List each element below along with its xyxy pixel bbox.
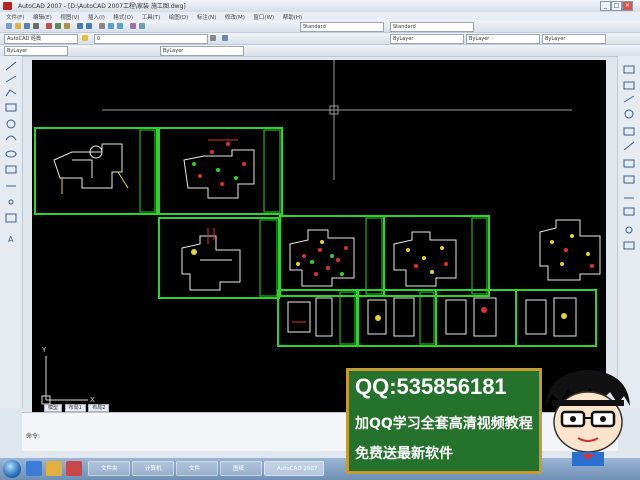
command-prompt[interactable]: 命令: <box>26 431 40 440</box>
paste-icon[interactable] <box>64 23 70 29</box>
drawing-sheet-6 <box>539 219 601 281</box>
linetype-control[interactable]: ByLayer <box>160 46 244 56</box>
design-center-icon[interactable] <box>139 23 145 29</box>
properties-toolbar: ByLayer ByLayer <box>0 45 640 57</box>
modify-toolbar <box>617 56 640 408</box>
svg-text:A: A <box>8 235 14 244</box>
properties-icon[interactable] <box>130 23 136 29</box>
explorer-icon[interactable] <box>46 461 62 476</box>
workspace-select[interactable]: AutoCAD 经典 <box>4 34 78 44</box>
standard-toolbar: Standard Standard <box>0 21 640 33</box>
layers-toolbar: AutoCAD 经典 0 ByLayer ByLayer ByLayer <box>0 33 640 45</box>
layer-select[interactable]: 0 <box>94 34 208 44</box>
save-icon[interactable] <box>24 23 30 29</box>
color-select[interactable]: ByLayer <box>4 46 68 56</box>
task-file[interactable]: 文件 <box>176 461 218 476</box>
start-button[interactable] <box>3 460 21 478</box>
promo-line-1: 加QQ学习全套高清视频教程 <box>355 416 533 432</box>
minimize-button[interactable]: _ <box>600 1 611 11</box>
close-button[interactable]: × <box>622 1 633 11</box>
tab-model[interactable]: 模型 <box>44 404 63 412</box>
tab-layout2[interactable]: 布局2 <box>88 404 110 412</box>
promo-overlay: QQ:535856181 加QQ学习全套高清视频教程 免费送最新软件 <box>346 368 542 474</box>
maximize-button[interactable]: □ <box>611 1 622 11</box>
layer-manager-icon[interactable] <box>82 35 88 41</box>
ucs-y-label: Y <box>42 346 47 354</box>
drawing-sheet-7 <box>277 289 358 347</box>
task-computer[interactable]: 计算机 <box>132 461 174 476</box>
pan-icon[interactable] <box>99 23 105 29</box>
plotstyle-select[interactable]: ByLayer <box>542 34 606 44</box>
drawing-sheet-8 <box>357 289 437 347</box>
promo-line-2: 免费送最新软件 <box>355 446 453 462</box>
drawing-sheet-1 <box>34 127 158 215</box>
open-icon[interactable] <box>15 23 21 29</box>
drawing-sheet-3 <box>158 217 280 299</box>
drawing-sheet-10 <box>515 289 597 347</box>
zoom-icon[interactable] <box>108 23 114 29</box>
mascot-cartoon-icon <box>546 370 630 466</box>
print-icon[interactable] <box>33 23 39 29</box>
cut-icon[interactable] <box>46 23 52 29</box>
text-style-select[interactable]: Standard <box>300 22 384 32</box>
draw-tools-icons[interactable]: A <box>0 56 22 408</box>
layer-previous-icon[interactable] <box>210 35 216 41</box>
lineweight-select[interactable]: ByLayer <box>466 34 540 44</box>
undo-icon[interactable] <box>77 23 83 29</box>
copy-icon[interactable] <box>55 23 61 29</box>
window-title: AutoCAD 2007 - [D:\AutoCAD 2007工程\家装 施工图… <box>18 3 186 10</box>
ie-icon[interactable] <box>26 461 42 476</box>
linetype-select[interactable]: ByLayer <box>390 34 464 44</box>
model-space[interactable] <box>32 60 606 412</box>
tab-layout1[interactable]: 布局1 <box>64 404 86 412</box>
zoom-window-icon[interactable] <box>117 23 123 29</box>
dim-style-select[interactable]: Standard <box>390 22 474 32</box>
draw-toolbar: A <box>0 56 23 408</box>
layout-tabs: 模型 布局1 布局2 <box>44 402 110 412</box>
drawing-canvas[interactable]: Y X <box>32 60 606 412</box>
autocad-logo-icon[interactable] <box>3 2 12 10</box>
task-folder[interactable]: 文件夹 <box>88 461 130 476</box>
redo-icon[interactable] <box>86 23 92 29</box>
modify-tools-icons[interactable] <box>618 56 640 408</box>
drawing-sheet-4 <box>279 215 385 297</box>
promo-qq-number: QQ:535856181 <box>355 374 507 399</box>
new-icon[interactable] <box>6 23 12 29</box>
drawing-sheet-9 <box>435 289 517 347</box>
media-icon[interactable] <box>66 461 82 476</box>
ucs-icon <box>41 356 88 405</box>
drawing-sheet-5 <box>383 215 490 297</box>
task-autocad[interactable]: AutoCAD 2007 <box>264 461 324 476</box>
color-icon[interactable] <box>222 35 228 41</box>
drawing-sheet-2 <box>158 127 283 215</box>
menu-bar: 文件(F) 编辑(E) 视图(V) 插入(I) 格式(O) 工具(T) 绘图(D… <box>0 12 640 21</box>
cursor-crosshair <box>102 60 572 180</box>
task-drawing[interactable]: 图纸 <box>220 461 262 476</box>
